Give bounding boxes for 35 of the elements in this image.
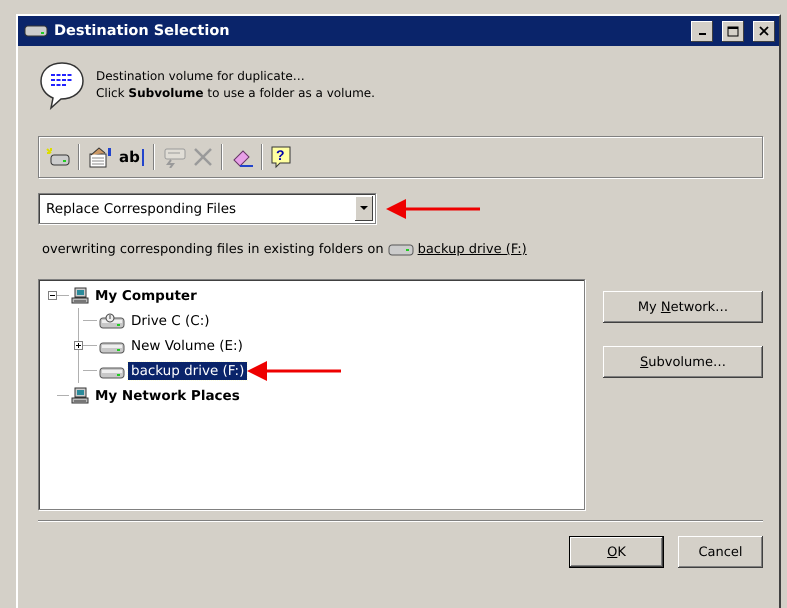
- close-button[interactable]: [753, 20, 775, 42]
- dialog-button[interactable]: Cancel: [678, 536, 763, 568]
- new-drive-icon[interactable]: [45, 146, 71, 168]
- speech-bubble-icon: [38, 60, 86, 110]
- mode-dropdown[interactable]: Replace Corresponding Files: [38, 193, 376, 224]
- drive-icon: [24, 24, 48, 38]
- caret-icon: [360, 206, 368, 211]
- side-button[interactable]: My Network…: [603, 291, 763, 323]
- tree-item[interactable]: Drive C (C:): [128, 312, 213, 330]
- tree-item[interactable]: My Computer: [92, 286, 200, 304]
- description-text: overwriting corresponding files in existing folders on: [42, 242, 384, 257]
- header-title: Destination volume for duplicate…: [96, 68, 306, 85]
- drive-icon: [388, 242, 414, 256]
- help-icon[interactable]: ?: [270, 145, 292, 169]
- expand-toggle[interactable]: [74, 341, 83, 350]
- properties-icon[interactable]: [87, 146, 113, 168]
- drive-icon: [99, 312, 125, 328]
- plus-icon: [75, 342, 82, 349]
- collapse-toggle[interactable]: [48, 291, 57, 300]
- dialog-button[interactable]: OK: [569, 536, 664, 568]
- tree-item[interactable]: My Network Places: [92, 386, 243, 404]
- maximize-button[interactable]: [722, 20, 744, 42]
- header-hint: Click Subvolume to use a folder as a volume.: [96, 85, 375, 102]
- computer-icon: [71, 286, 89, 304]
- drive-link[interactable]: backup drive (F:): [418, 242, 527, 257]
- tree-item[interactable]: New Volume (E:): [128, 336, 246, 354]
- window-title: Destination Selection: [54, 23, 231, 39]
- minimize-icon: [698, 33, 706, 35]
- maximize-icon: [727, 26, 739, 36]
- tree-item[interactable]: backup drive (F:): [128, 362, 248, 380]
- minus-icon: [49, 292, 56, 299]
- computer-icon: [71, 386, 89, 404]
- minimize-button[interactable]: [691, 20, 713, 42]
- side-button[interactable]: Subvolume…: [603, 346, 763, 378]
- close-icon: [759, 26, 769, 36]
